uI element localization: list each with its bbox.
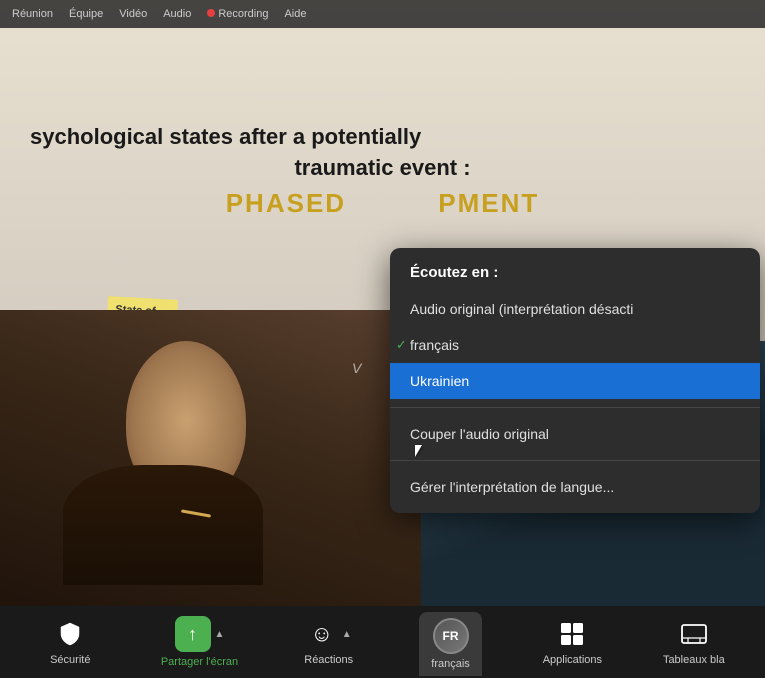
tableaux-icon [678,618,710,650]
reactions-controls: ☺ ▲ [306,618,352,650]
topbar-recording[interactable]: Recording [207,8,268,20]
toolbar-item-partager[interactable]: ↑ ▲ Partager l'écran [161,616,238,668]
topbar-reunion[interactable]: Réunion [12,8,53,20]
dropdown-item-label: français [410,337,459,353]
share-screen-icon: ↑ [175,616,211,652]
topbar-equipe[interactable]: Équipe [69,8,103,20]
reactions-label: Réactions [304,654,353,666]
applications-label: Applications [543,654,602,666]
dropdown-item-label: Gérer l'interprétation de langue... [410,479,614,495]
dropdown-item-ukrainien[interactable]: Ukrainien [390,363,760,399]
dropdown-header: Écoutez en : [390,264,760,291]
recording-dot [207,9,215,17]
reactions-icon: ☺ [306,618,338,650]
dropdown-divider-2 [390,460,760,461]
shield-icon [54,618,86,650]
toolbar-item-reactions[interactable]: ☺ ▲ Réactions [299,618,359,666]
partager-label: Partager l'écran [161,656,238,668]
topbar-audio[interactable]: Audio [163,8,191,20]
person-video [0,310,421,620]
slide-line1: sychological states after a potentially [30,122,735,153]
francais-label: français [431,658,470,670]
slide-line2: traumatic event : [30,153,735,184]
topbar-video[interactable]: Vidéo [119,8,147,20]
dropdown-item-couper-audio[interactable]: Couper l'audio original [390,416,760,452]
dropdown-item-label: Ukrainien [410,373,469,389]
tableaux-label: Tableaux bla [663,654,725,666]
dropdown-item-label: Audio original (interprétation désacti [410,301,633,317]
toolbar-item-tableaux[interactable]: Tableaux bla [663,618,725,666]
securite-label: Sécurité [50,654,90,666]
reactions-chevron[interactable]: ▲ [342,629,352,640]
toolbar: Sécurité ↑ ▲ Partager l'écran ☺ ▲ Réacti… [0,606,765,678]
interpretation-dropdown: Écoutez en : Audio original (interprétat… [390,248,760,513]
share-screen-chevron[interactable]: ▲ [215,629,225,640]
toolbar-item-applications[interactable]: Applications [542,618,602,666]
top-bar: Réunion Équipe Vidéo Audio Recording Aid… [0,0,765,28]
applications-icon [556,618,588,650]
dropdown-item-label: Couper l'audio original [410,426,549,442]
dropdown-item-audio-original[interactable]: Audio original (interprétation désacti [390,291,760,327]
fr-badge-icon: FR [433,618,469,654]
dropdown-item-gerer[interactable]: Gérer l'interprétation de langue... [390,469,760,505]
toolbar-item-francais[interactable]: FR français [419,612,482,676]
dropdown-divider [390,407,760,408]
overlay-v: V [352,360,361,376]
dropdown-item-francais[interactable]: français [390,327,760,363]
share-screen-controls: ↑ ▲ [175,616,225,652]
slide-line3: PHASED PMENT [30,188,735,219]
toolbar-item-securite[interactable]: Sécurité [40,618,100,666]
topbar-aide[interactable]: Aide [284,8,306,20]
